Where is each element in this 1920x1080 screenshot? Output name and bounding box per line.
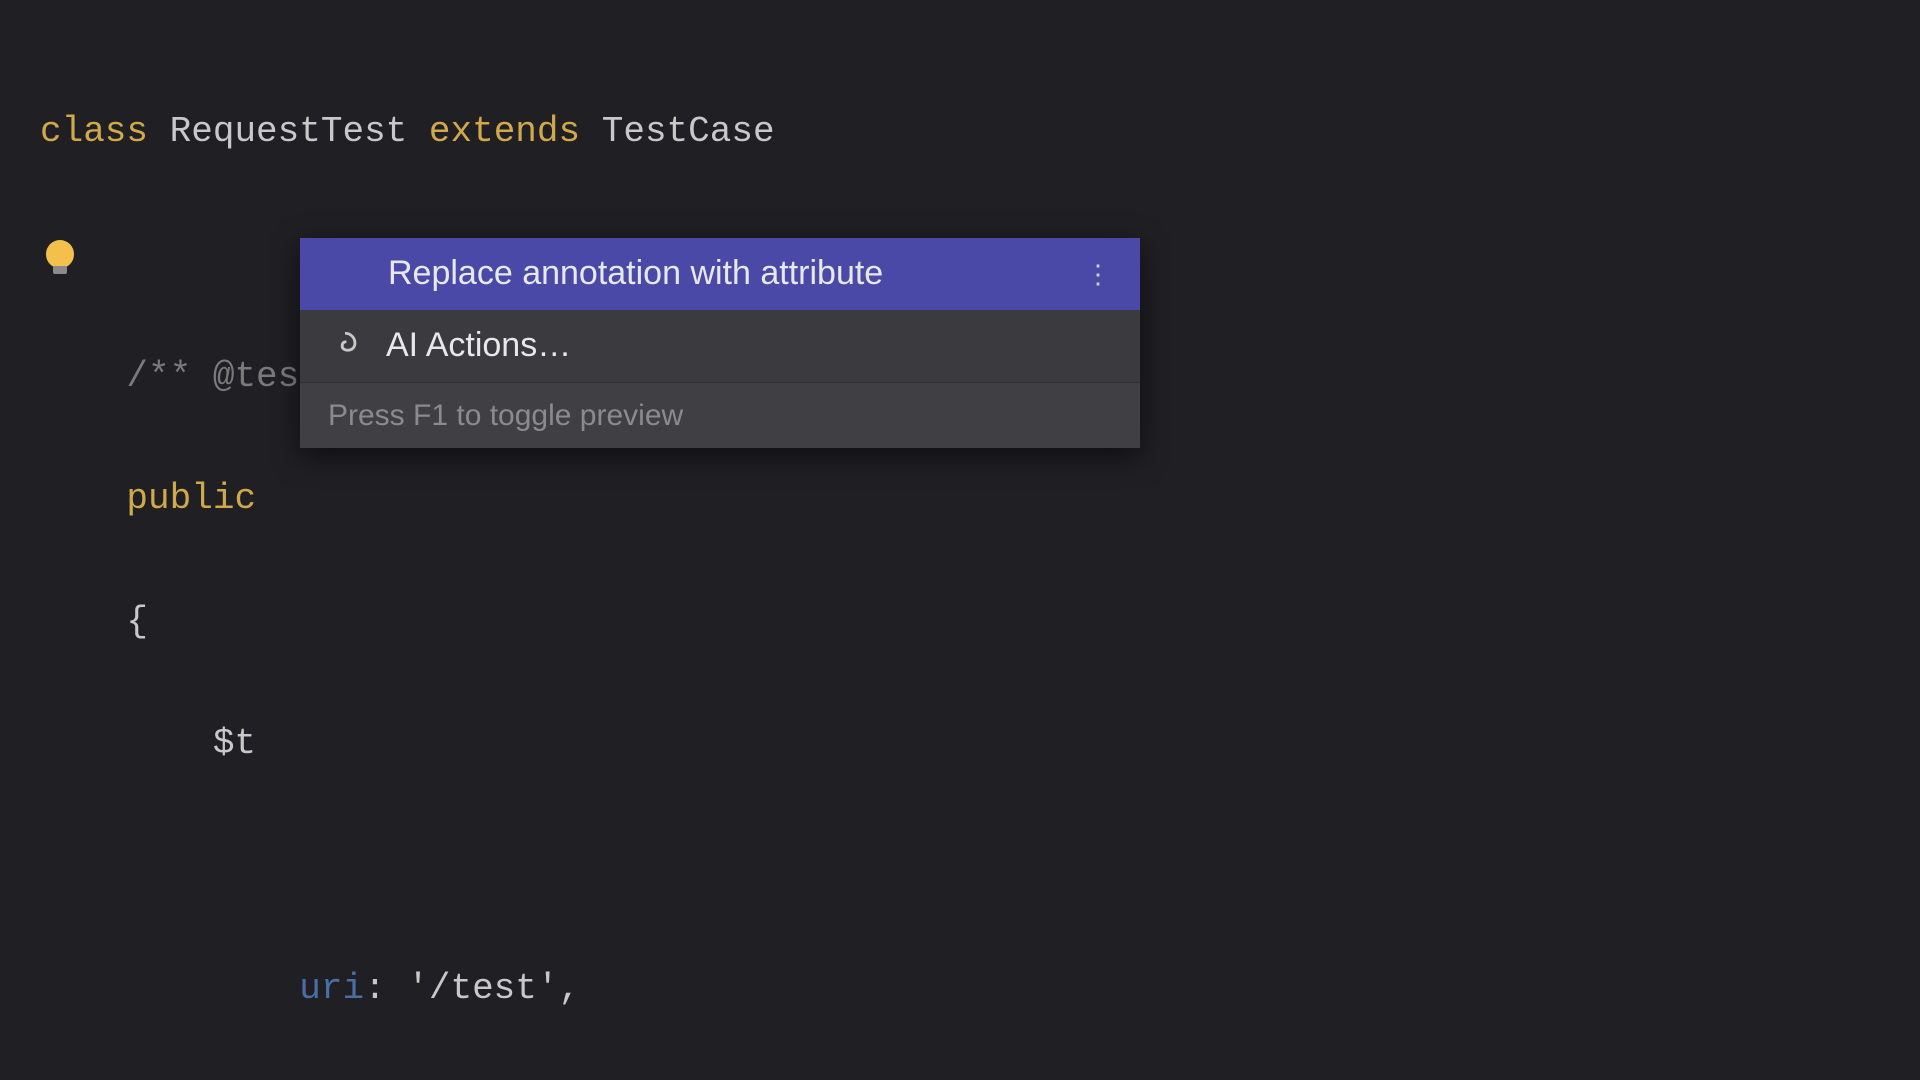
intention-label: AI Actions… [386, 317, 571, 375]
more-options-icon[interactable]: ⋮ [1085, 268, 1112, 281]
code-line: uri: '/test', [40, 958, 1920, 1019]
class-name: RequestTest [170, 111, 408, 152]
code-line [40, 835, 1920, 896]
lightbulb-icon[interactable] [46, 240, 74, 268]
code-line: public [40, 468, 1920, 529]
keyword-extends: extends [429, 111, 580, 152]
intention-popup: Replace annotation with attribute ⋮ AI A… [300, 238, 1140, 448]
code-line: $t [40, 713, 1920, 774]
intention-ai-actions[interactable]: AI Actions… [300, 310, 1140, 382]
intention-replace-annotation[interactable]: Replace annotation with attribute ⋮ [300, 238, 1140, 310]
keyword-class: class [40, 111, 148, 152]
popup-hint: Press F1 to toggle preview [300, 382, 1140, 448]
code-fragment: $t [213, 723, 256, 764]
named-arg-uri: uri [299, 968, 364, 1009]
intention-label: Replace annotation with attribute [388, 245, 883, 303]
code-editor[interactable]: class RequestTest extends TestCase /** @… [40, 40, 1920, 1080]
brace: { [126, 601, 148, 642]
code-line: { [40, 591, 1920, 652]
keyword-public: public [126, 478, 256, 519]
code-line: class RequestTest extends TestCase [40, 101, 1920, 162]
ai-swirl-icon [328, 329, 362, 363]
code-text: : '/test', [364, 968, 580, 1009]
base-class: TestCase [602, 111, 775, 152]
hint-text: Press F1 to toggle preview [328, 390, 683, 441]
